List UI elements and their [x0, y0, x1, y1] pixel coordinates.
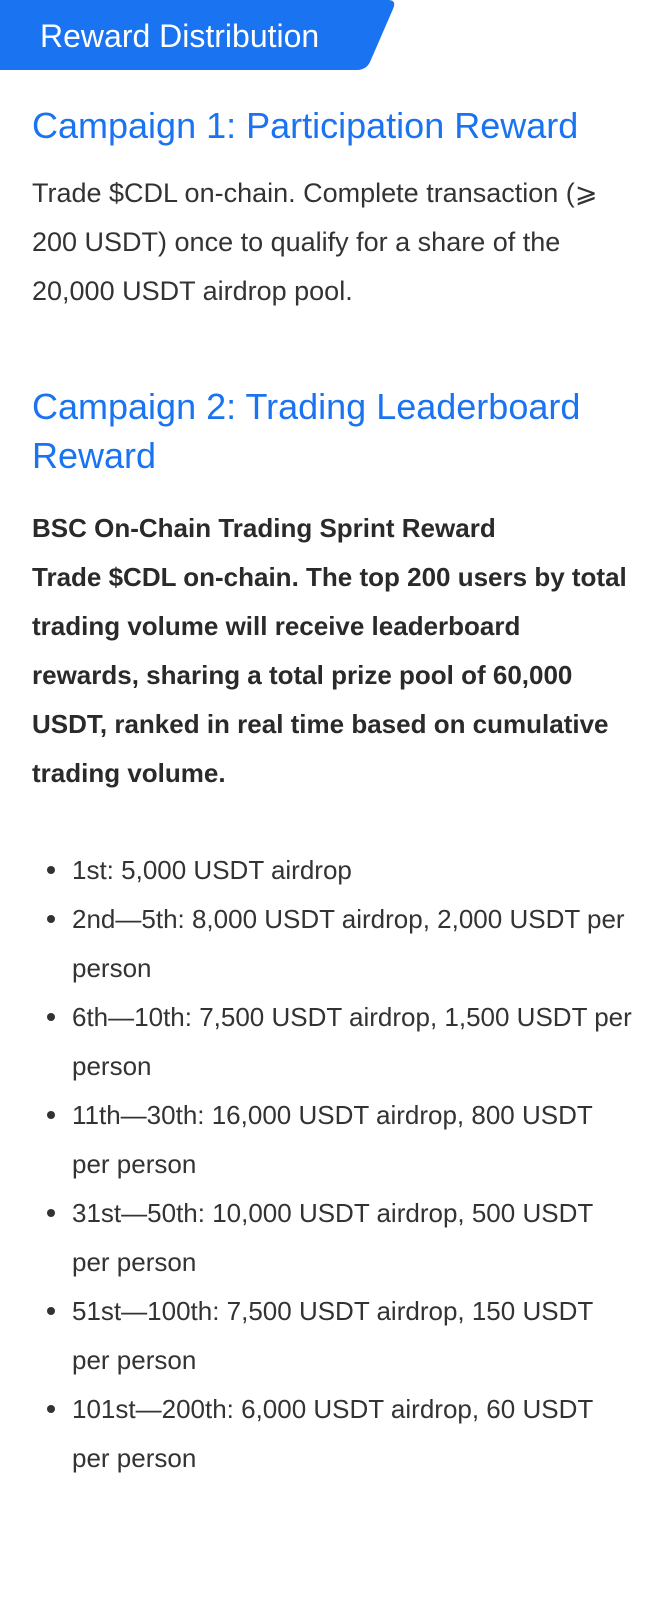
reward-tier-text: 101st—200th: 6,000 USDT airdrop, 60 USDT… — [72, 1394, 593, 1473]
bullet-icon — [47, 866, 55, 874]
reward-tier-text: 11th—30th: 16,000 USDT airdrop, 800 USDT… — [72, 1100, 593, 1179]
bullet-icon — [47, 915, 55, 923]
campaign-2-subtitle: BSC On-Chain Trading Sprint Reward — [32, 513, 496, 543]
reward-tier-text: 1st: 5,000 USDT airdrop — [72, 855, 352, 885]
bullet-icon — [47, 1405, 55, 1413]
reward-tier-item: 2nd—5th: 8,000 USDT airdrop, 2,000 USDT … — [32, 895, 632, 993]
bullet-icon — [47, 1209, 55, 1217]
reward-tier-item: 11th—30th: 16,000 USDT airdrop, 800 USDT… — [32, 1091, 632, 1189]
campaign-2-title: Campaign 2: Trading Leaderboard Reward — [32, 386, 581, 476]
reward-tier-list: 1st: 5,000 USDT airdrop 2nd—5th: 8,000 U… — [32, 846, 632, 1483]
reward-tier-item: 101st—200th: 6,000 USDT airdrop, 60 USDT… — [32, 1385, 632, 1483]
campaign-1-section: Campaign 1: Participation Reward Trade $… — [32, 101, 632, 316]
reward-tier-text: 2nd—5th: 8,000 USDT airdrop, 2,000 USDT … — [72, 904, 625, 983]
reward-tier-text: 51st—100th: 7,500 USDT airdrop, 150 USDT… — [72, 1296, 593, 1375]
reward-tier-item: 1st: 5,000 USDT airdrop — [32, 846, 632, 895]
campaign-2-description: Trade $CDL on-chain. The top 200 users b… — [32, 562, 627, 788]
bullet-icon — [47, 1013, 55, 1021]
campaign-2-section: Campaign 2: Trading Leaderboard Reward B… — [32, 382, 632, 1483]
reward-tier-item: 51st—100th: 7,500 USDT airdrop, 150 USDT… — [32, 1287, 632, 1385]
reward-distribution-header: Reward Distribution — [0, 0, 395, 70]
bullet-icon — [47, 1111, 55, 1119]
reward-tier-item: 6th—10th: 7,500 USDT airdrop, 1,500 USDT… — [32, 993, 632, 1091]
campaign-1-title: Campaign 1: Participation Reward — [32, 105, 579, 146]
bullet-icon — [47, 1307, 55, 1315]
campaign-1-description: Trade $CDL on-chain. Complete transactio… — [32, 178, 598, 306]
reward-tier-item: 31st—50th: 10,000 USDT airdrop, 500 USDT… — [32, 1189, 632, 1287]
reward-tier-text: 6th—10th: 7,500 USDT airdrop, 1,500 USDT… — [72, 1002, 632, 1081]
reward-tier-text: 31st—50th: 10,000 USDT airdrop, 500 USDT… — [72, 1198, 593, 1277]
header-title: Reward Distribution — [40, 18, 320, 54]
